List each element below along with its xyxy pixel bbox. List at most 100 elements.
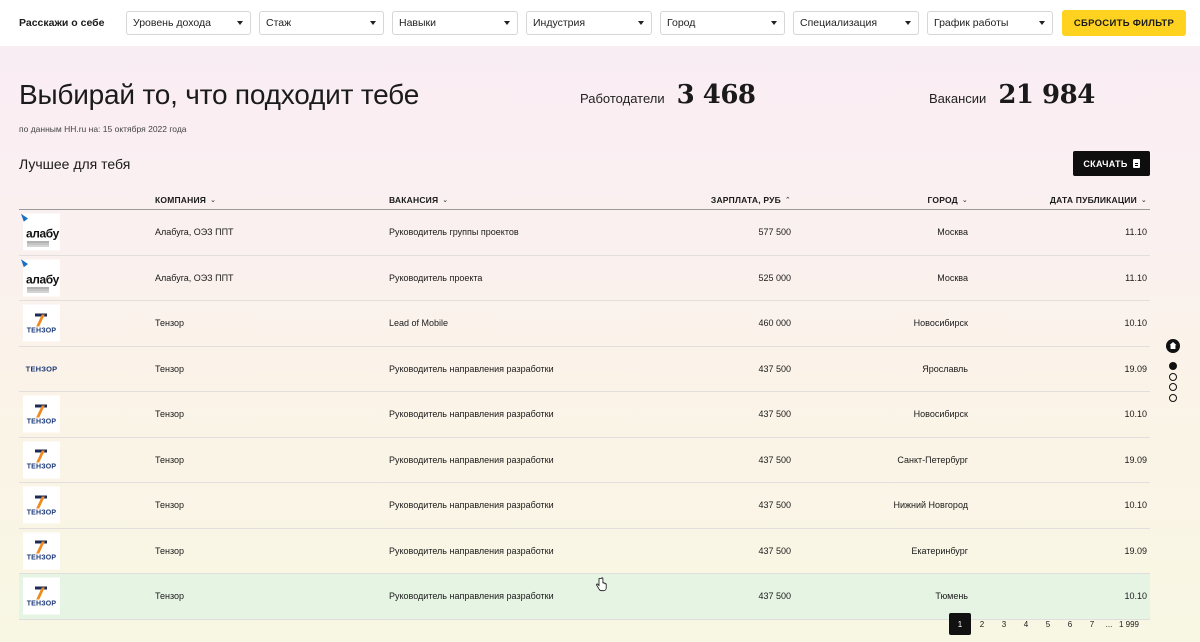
logo-text: ТЕНЗОР <box>26 327 57 335</box>
sort-down-icon: ⌄ <box>210 197 217 204</box>
salary-value: 437 500 <box>758 545 791 556</box>
download-label: СКАЧАТЬ <box>1083 158 1128 169</box>
publication-date: 10.10 <box>1124 591 1147 602</box>
table-row[interactable]: алабу Алабуга, ОЭЗ ППТ Руководитель группы… <box>19 210 1150 256</box>
filter-experience[interactable]: Стаж <box>259 11 384 35</box>
company-name: Алабуга, ОЭЗ ППТ <box>155 227 234 238</box>
vacancy-title[interactable]: Руководитель направления разработки <box>389 364 554 374</box>
filter-label: Уровень дохода <box>133 17 211 29</box>
filter-industry[interactable]: Индустрия <box>526 11 652 35</box>
section-dot[interactable] <box>1169 362 1177 370</box>
logo-text: ТЕНЗОР <box>26 463 57 471</box>
vacancy-title[interactable]: Lead of Mobile <box>389 318 448 328</box>
city-name: Ярославль <box>922 363 968 374</box>
section-dot[interactable] <box>1169 393 1177 402</box>
logo-text: алабу <box>26 272 59 287</box>
page-button[interactable]: 7 <box>1081 613 1103 635</box>
column-header-company[interactable]: КОМПАНИЯ ⌄ <box>155 195 216 205</box>
column-label: ГОРОД <box>927 195 958 205</box>
vacancy-title[interactable]: Руководитель направления разработки <box>389 455 554 465</box>
page-button[interactable]: 1 <box>949 613 971 635</box>
company-name: Тензор <box>155 454 185 465</box>
table-row[interactable]: ТЕНЗОР Тензор Lead of Mobile 460 000 Новосиб… <box>19 301 1150 347</box>
company-logo-alabuga: алабу <box>21 213 60 251</box>
page-button[interactable]: 4 <box>1015 613 1037 635</box>
city-name: Новосибирск <box>913 409 968 420</box>
column-header-city[interactable]: ГОРОД ⌄ <box>927 195 968 205</box>
filter-intro-label: Расскажи о себе <box>19 17 105 29</box>
salary-value: 437 500 <box>758 500 791 511</box>
city-name: Новосибирск <box>913 318 968 329</box>
vacancy-title[interactable]: Руководитель направления разработки <box>389 500 554 510</box>
filter-skills[interactable]: Навыки <box>392 11 518 35</box>
employers-stat: Работодатели 3 468 <box>580 80 756 110</box>
table-row[interactable]: алабу Алабуга, ОЭЗ ППТ Руководитель проект… <box>19 256 1150 301</box>
salary-value: 525 000 <box>758 272 791 283</box>
vacancy-title[interactable]: Руководитель группы проектов <box>389 227 519 237</box>
column-header-vacancy[interactable]: ВАКАНСИЯ ⌄ <box>389 195 448 205</box>
vacancy-title[interactable]: Руководитель направления разработки <box>389 409 554 419</box>
section-navigator <box>1166 339 1180 404</box>
chevron-down-icon <box>905 21 911 25</box>
employers-label: Работодатели <box>580 91 665 106</box>
logo-text: ТЕНЗОР <box>26 554 57 562</box>
employers-count: 3 468 <box>676 80 756 110</box>
company-name: Тензор <box>155 545 185 556</box>
company-name: Тензор <box>155 363 185 374</box>
filter-income-level[interactable]: Уровень дохода <box>126 11 251 35</box>
logo-text: ТЕНЗОР <box>26 418 57 426</box>
filter-label: График работы <box>934 17 1009 29</box>
section-dot[interactable] <box>1169 372 1177 381</box>
company-logo-tensor: ТЕНЗОР <box>23 577 60 615</box>
column-label: КОМПАНИЯ <box>155 195 207 205</box>
table-row[interactable]: ТЕНЗОР Тензор Руководитель направления раз… <box>19 392 1150 438</box>
reset-filter-button[interactable]: СБРОСИТЬ ФИЛЬТР <box>1062 10 1186 36</box>
city-name: Москва <box>937 272 968 283</box>
table-row[interactable]: ТЕНЗОР Тензор Руководитель направления раз… <box>19 483 1150 529</box>
publication-date: 19.09 <box>1124 363 1147 374</box>
publication-date: 19.09 <box>1124 454 1147 465</box>
publication-date: 10.10 <box>1124 500 1147 511</box>
column-header-salary[interactable]: ЗАРПЛАТА, РУБ ⌃ <box>711 195 791 205</box>
logo-text: ТЕНЗОР <box>26 600 57 608</box>
publication-date: 11.10 <box>1125 227 1147 238</box>
page-button-last[interactable]: 1 999 <box>1115 613 1143 635</box>
vacancy-title[interactable]: Руководитель направления разработки <box>389 546 554 556</box>
company-logo-tensor: ТЕНЗОР <box>23 441 60 479</box>
city-name: Екатеринбург <box>911 545 968 556</box>
page-button[interactable]: 5 <box>1037 613 1059 635</box>
chevron-down-icon <box>370 21 376 25</box>
vacancy-title[interactable]: Руководитель проекта <box>389 273 482 283</box>
filter-label: Индустрия <box>533 17 586 29</box>
section-dot[interactable] <box>1169 383 1177 391</box>
logo-text: алабу <box>26 226 59 241</box>
table-row[interactable]: ТЕНЗОР Тензор Руководитель направления раз… <box>19 347 1150 392</box>
sort-down-icon: ⌄ <box>1140 197 1147 204</box>
column-header-date[interactable]: ДАТА ПУБЛИКАЦИИ ⌄ <box>1050 195 1147 205</box>
filter-label: Стаж <box>266 17 292 29</box>
page-button[interactable]: 3 <box>993 613 1015 635</box>
home-icon[interactable] <box>1166 339 1180 353</box>
table-header: КОМПАНИЯ ⌄ ВАКАНСИЯ ⌄ ЗАРПЛАТА, РУБ ⌃ ГОРОД… <box>19 188 1150 210</box>
page-button[interactable]: 2 <box>971 613 993 635</box>
filter-schedule[interactable]: График работы <box>927 11 1053 35</box>
company-name: Тензор <box>155 318 185 329</box>
filter-city[interactable]: Город <box>660 11 785 35</box>
table-row[interactable]: ТЕНЗОР Тензор Руководитель направления раз… <box>19 438 1150 483</box>
data-source-note: по данным HH.ru на: 15 октября 2022 года <box>19 124 187 134</box>
publication-date: 11.10 <box>1125 272 1147 283</box>
table-row[interactable]: ТЕНЗОР Тензор Руководитель направления раз… <box>19 529 1150 574</box>
hand-pointer-icon <box>596 577 607 592</box>
vacancy-title[interactable]: Руководитель направления разработки <box>389 591 554 601</box>
company-logo-tensor: ТЕНЗОР <box>23 304 60 342</box>
sort-up-icon: ⌃ <box>784 197 791 204</box>
download-button[interactable]: СКАЧАТЬ <box>1073 151 1150 176</box>
chevron-down-icon <box>638 21 644 25</box>
company-name: Алабуга, ОЭЗ ППТ <box>155 272 234 283</box>
filter-specialization[interactable]: Специализация <box>793 11 919 35</box>
filter-label: Город <box>667 17 696 29</box>
salary-value: 460 000 <box>758 318 791 329</box>
page-button[interactable]: 6 <box>1059 613 1081 635</box>
company-name: Тензор <box>155 500 185 511</box>
vacancies-label: Вакансии <box>929 91 987 106</box>
